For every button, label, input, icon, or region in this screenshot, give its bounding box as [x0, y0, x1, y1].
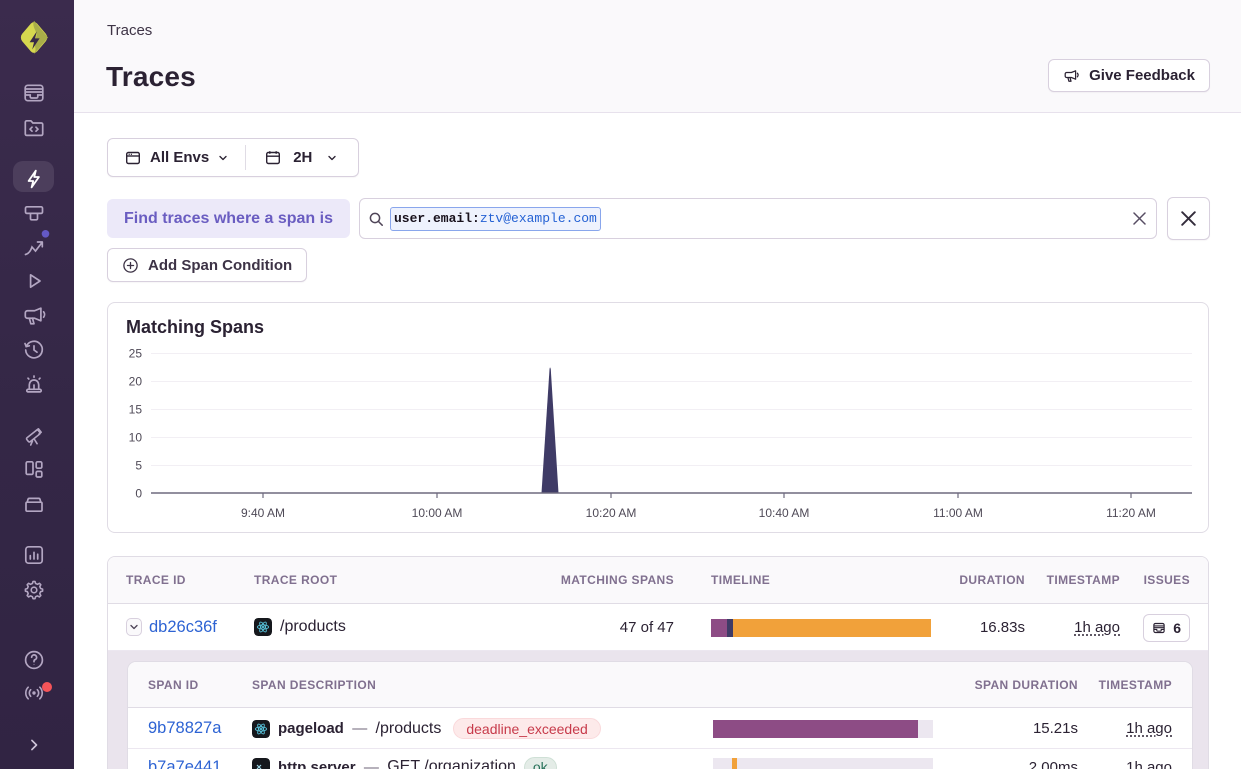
svg-text:20: 20 — [129, 375, 143, 389]
svg-text:10:20 AM: 10:20 AM — [586, 506, 637, 520]
svg-text:10:00 AM: 10:00 AM — [412, 506, 463, 520]
svg-text:25: 25 — [129, 347, 143, 361]
svg-text:9:40 AM: 9:40 AM — [241, 506, 285, 520]
svg-text:11:20 AM: 11:20 AM — [1106, 506, 1156, 520]
svg-text:11:00 AM: 11:00 AM — [933, 506, 983, 520]
svg-text:0: 0 — [135, 487, 142, 501]
svg-text:5: 5 — [135, 459, 142, 473]
svg-text:10: 10 — [129, 431, 143, 445]
svg-text:15: 15 — [129, 403, 143, 417]
svg-text:10:40 AM: 10:40 AM — [759, 506, 810, 520]
